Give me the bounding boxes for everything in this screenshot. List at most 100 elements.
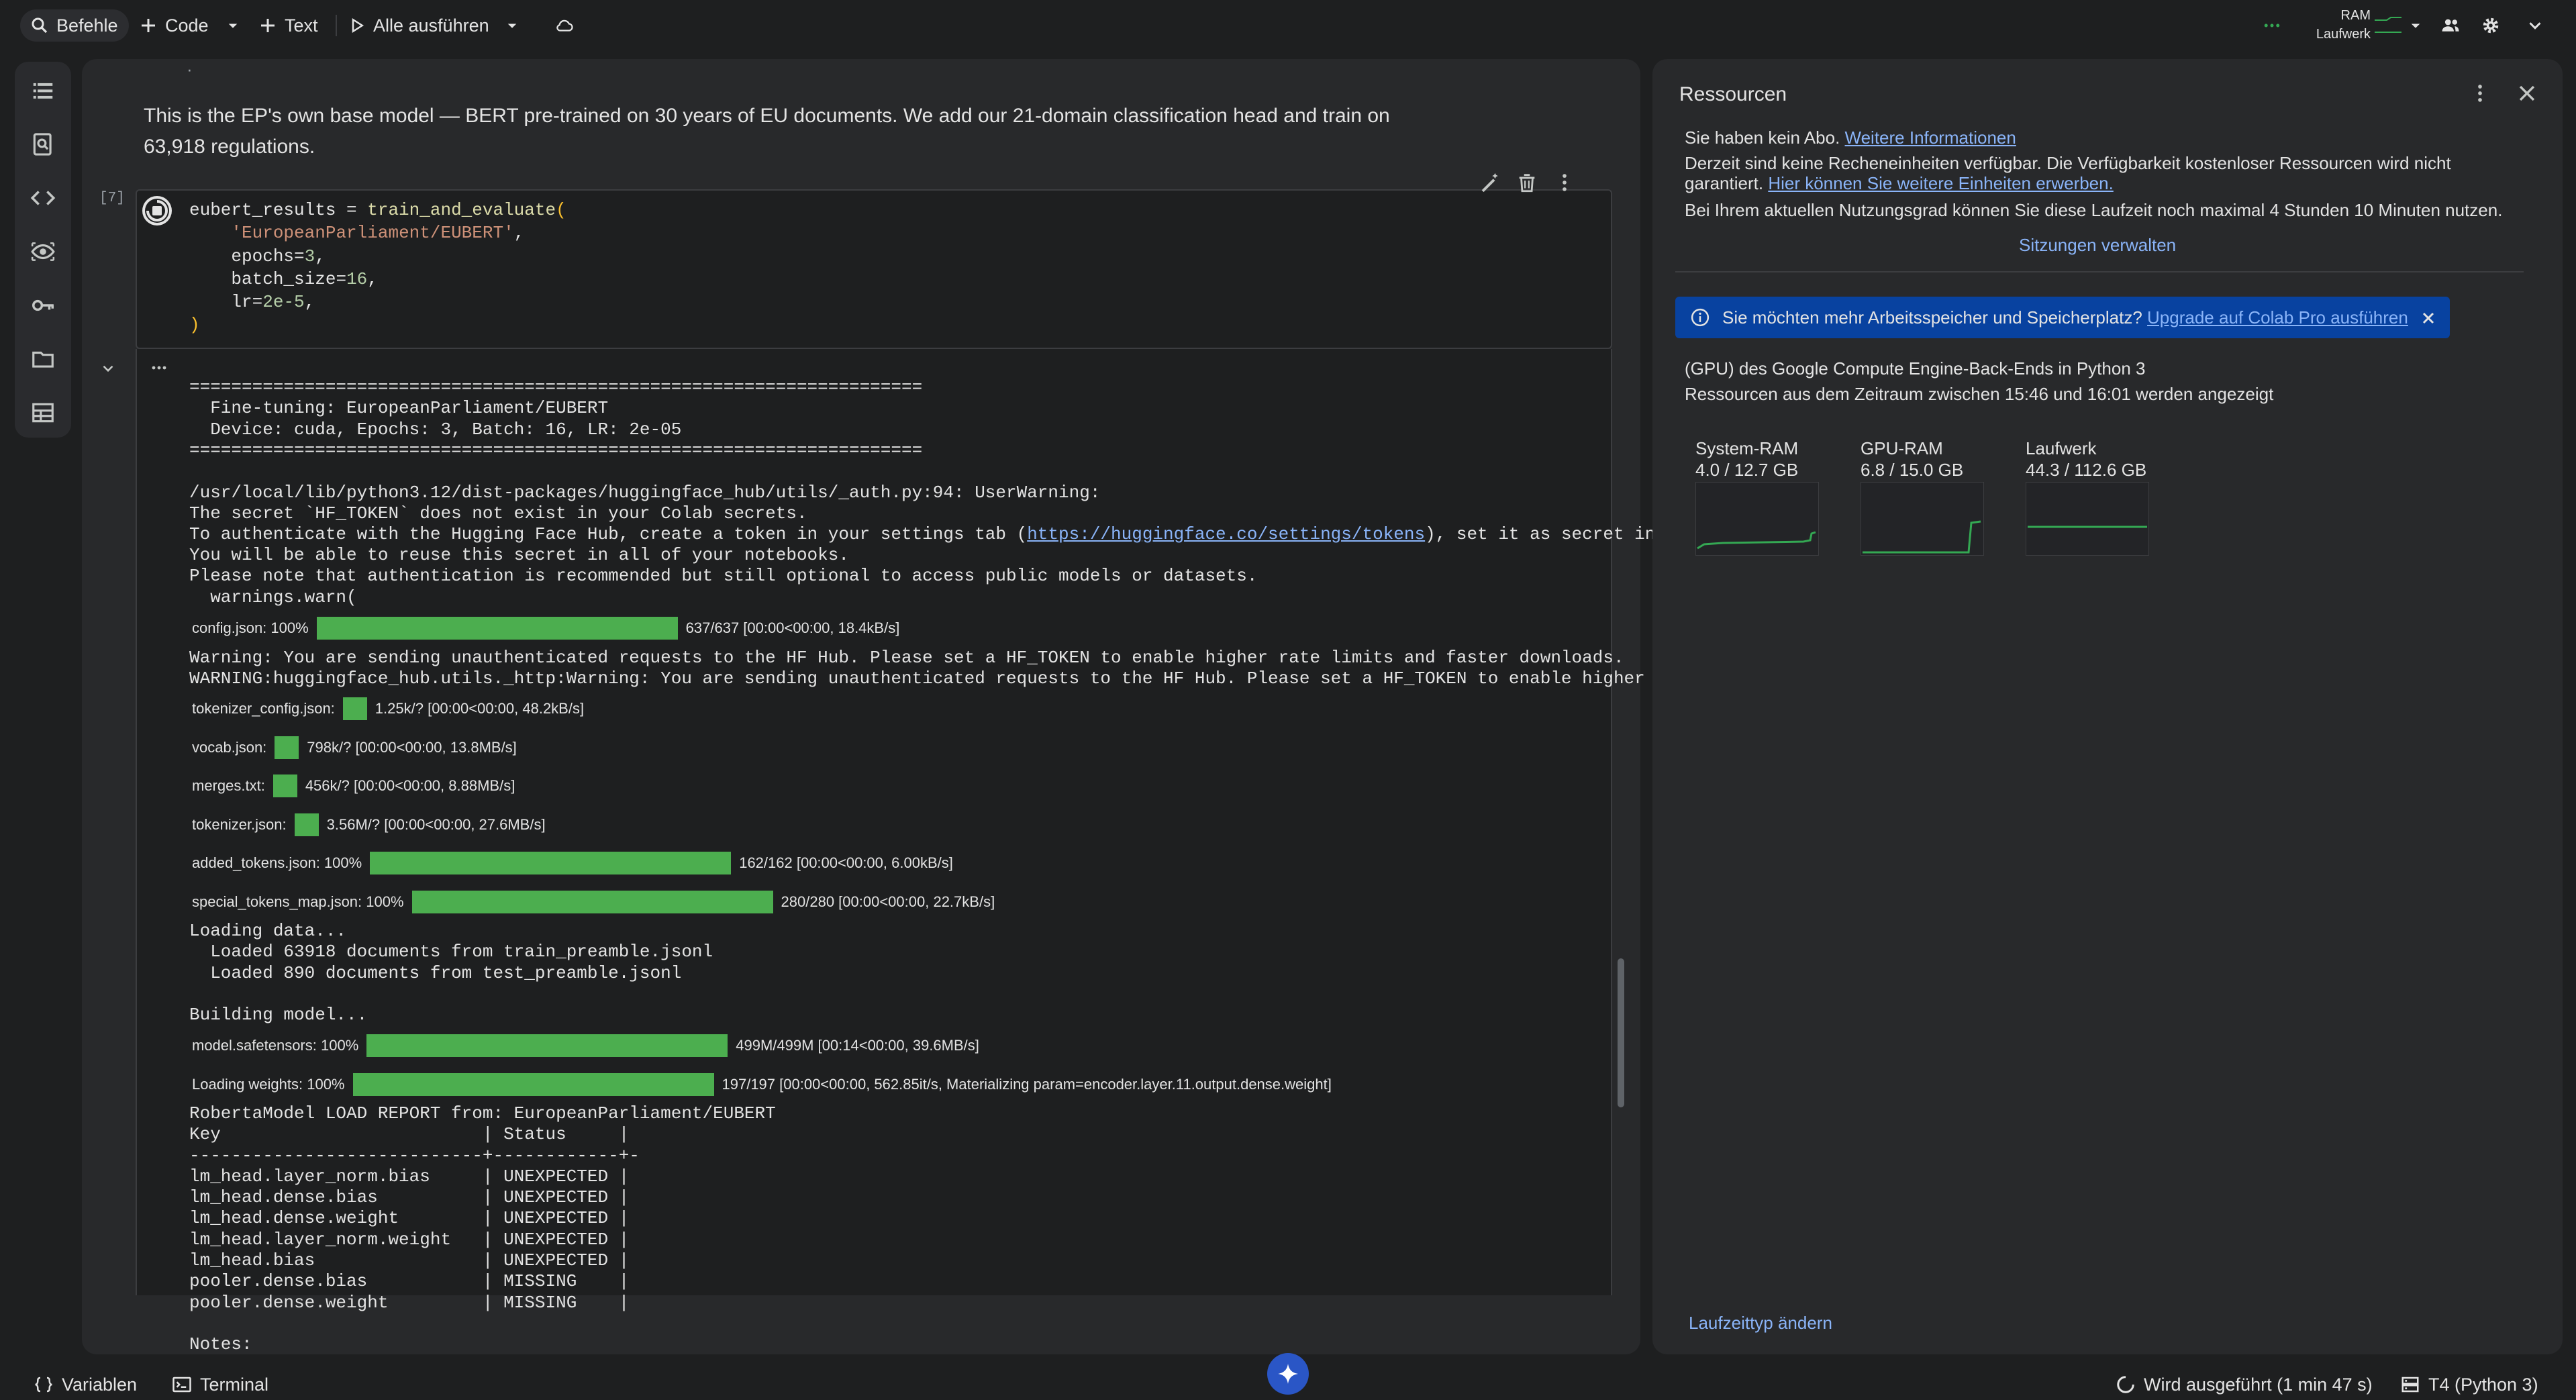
metric-value: 4.0 / 12.7 GB: [1695, 460, 1799, 480]
plus-icon: [261, 19, 275, 32]
share-button[interactable]: [2440, 9, 2461, 42]
running-status-label: Wird ausgeführt (1 min 47 s): [2144, 1374, 2373, 1395]
progress-config-stats: 637/637 [00:00<00:00, 18.4kB/s]: [685, 619, 900, 636]
change-runtime-type-button[interactable]: Laufzeittyp ändern: [1689, 1313, 1832, 1334]
running-cell-icon[interactable]: [141, 195, 173, 227]
output-menu-icon[interactable]: [149, 360, 169, 376]
chevron-down-icon: [2529, 22, 2541, 30]
gemini-button[interactable]: [1267, 1353, 1309, 1395]
add-code-button[interactable]: Code: [138, 9, 209, 42]
metric-label: GPU-RAM: [1861, 438, 1943, 458]
banner-text: Sie möchten mehr Arbeitsspeicher und Spe…: [1722, 307, 2142, 328]
output-load-report: RobertaModel LOAD REPORT from: EuropeanP…: [189, 1103, 776, 1355]
progress-vocab-bar: [275, 736, 299, 759]
more-horizontal-icon: [2264, 23, 2280, 28]
panel-divider: [1675, 271, 2524, 272]
metric-label: System-RAM: [1695, 438, 1799, 458]
progress-config-bar: [316, 617, 678, 640]
status-dots: [2262, 9, 2282, 42]
buy-units-link[interactable]: Hier können Sie weitere Einheiten erwerb…: [1768, 173, 2114, 193]
backend-text: (GPU) des Google Compute Engine-Back-End…: [1685, 358, 2146, 379]
progress-merges: merges.txt: 456k/? [00:00<00:00, 8.88MB/…: [192, 774, 515, 798]
collapse-output-chevron-icon[interactable]: [99, 360, 117, 377]
output-loading-data: Loading data... Loaded 63918 documents f…: [189, 921, 713, 1026]
disk-indicator-label: Laufwerk: [2316, 27, 2371, 42]
terminal-icon: [172, 1377, 191, 1393]
notebook-scrollbar-thumb[interactable]: [1618, 958, 1624, 1107]
code-batch-value: 16: [346, 268, 368, 289]
progress-special-tokens-label: special_tokens_map.json: 100%: [192, 893, 404, 910]
more-info-link[interactable]: Weitere Informationen: [1845, 128, 2016, 148]
add-text-label: Text: [285, 15, 318, 36]
progress-tokenizer-config-label: tokenizer_config.json:: [192, 700, 335, 717]
search-icon: [32, 17, 48, 34]
progress-fill: [275, 736, 299, 759]
no-units-line-2: garantiert. Hier können Sie weitere Einh…: [1685, 173, 2114, 194]
progress-added-tokens: added_tokens.json: 100% 162/162 [00:00<0…: [192, 851, 953, 875]
progress-safetensors-bar: [366, 1034, 728, 1057]
no-units-text: Derzeit sind keine Recheneinheiten verfü…: [1685, 153, 2451, 173]
banner-line: Sie möchten mehr Arbeitsspeicher und Spe…: [1722, 307, 2408, 328]
progress-fill: [370, 852, 732, 874]
progress-fill: [342, 697, 367, 720]
commands-label: Befehle: [56, 15, 118, 36]
progress-tokenizer-bar: [294, 813, 319, 836]
close-icon[interactable]: [2420, 310, 2436, 326]
progress-safetensors-stats: 499M/499M [00:14<00:00, 39.6MB/s]: [736, 1037, 979, 1054]
cloud-save-button[interactable]: [554, 9, 575, 42]
progress-special-tokens-stats: 280/280 [00:00<00:00, 22.7kB/s]: [781, 893, 995, 910]
disk-graph: [2028, 526, 2147, 528]
resource-dropdown-button[interactable]: [2406, 9, 2426, 42]
variables-button[interactable]: Variablen: [34, 1373, 137, 1396]
delete-icon[interactable]: [1516, 171, 1538, 194]
output-warning-path: /usr/local/lib/python3.12/dist-packages/…: [189, 483, 1101, 503]
resource-indicator-button[interactable]: RAM Laufwerk: [2299, 7, 2412, 44]
magic-edit-icon[interactable]: [1478, 171, 1501, 194]
key-icon[interactable]: [30, 293, 56, 318]
system-ram-sparkline: [1695, 482, 1819, 556]
more-vertical-icon[interactable]: [1553, 171, 1576, 194]
find-in-page-icon[interactable]: [30, 132, 56, 157]
progress-config: config.json: 100% 637/637 [00:00<00:00, …: [192, 616, 899, 640]
output-header-block: ========================================…: [189, 377, 923, 460]
disk-sparkline: [2026, 482, 2149, 556]
code-dropdown-button[interactable]: [223, 9, 243, 42]
progress-added-tokens-bar: [370, 852, 732, 874]
table-of-contents-icon[interactable]: [30, 78, 56, 103]
progress-weights-label: Loading weights: 100%: [192, 1076, 345, 1093]
progress-merges-stats: 456k/? [00:00<00:00, 8.88MB/s]: [305, 777, 515, 794]
hf-settings-link[interactable]: https://huggingface.co/settings/tokens: [1027, 524, 1425, 544]
code-epochs-key: epochs=: [231, 246, 305, 266]
output-warning-auth: To authenticate with the Hugging Face Hu…: [189, 524, 1655, 545]
commands-button[interactable]: Befehle: [20, 9, 129, 42]
caret-down-icon: [228, 23, 238, 28]
sparkle-icon: [1278, 1364, 1298, 1384]
settings-button[interactable]: [2481, 9, 2501, 42]
expand-header-button[interactable]: [2525, 9, 2545, 42]
more-vertical-icon[interactable]: [2469, 82, 2491, 105]
running-status[interactable]: Wird ausgeführt (1 min 47 s): [2116, 1373, 2373, 1396]
progress-tokenizer-config: tokenizer_config.json: 1.25k/? [00:00<00…: [192, 697, 584, 721]
progress-special-tokens: special_tokens_map.json: 100% 280/280 [0…: [192, 890, 995, 914]
variable-inspector-icon[interactable]: [30, 239, 56, 264]
markdown-bullet-fragment: ·: [187, 59, 193, 79]
run-all-dropdown-button[interactable]: [502, 9, 522, 42]
data-table-icon[interactable]: [30, 400, 56, 426]
code-editor[interactable]: eubert_results = train_and_evaluate( 'Eu…: [189, 199, 566, 337]
info-icon: [1691, 308, 1710, 327]
add-text-button[interactable]: Text: [258, 9, 318, 42]
manage-sessions-button[interactable]: Sitzungen verwalten: [2019, 235, 2176, 256]
ram-sparkline-icon: [2375, 17, 2401, 33]
terminal-button[interactable]: Terminal: [172, 1373, 268, 1396]
runtime-info-button[interactable]: T4 (Python 3): [2400, 1373, 2538, 1396]
gear-icon: [2483, 17, 2499, 34]
progress-fill: [294, 813, 319, 836]
run-all-button[interactable]: Alle ausführen: [346, 9, 489, 42]
close-icon[interactable]: [2516, 82, 2538, 105]
auth-text-pre: To authenticate with the Hugging Face Hu…: [189, 524, 1028, 544]
upgrade-pro-link[interactable]: Upgrade auf Colab Pro ausführen: [2147, 307, 2408, 328]
folder-icon[interactable]: [30, 346, 56, 372]
code-snippets-icon[interactable]: [30, 185, 56, 211]
cell-toolbar: [1478, 168, 1576, 197]
gpu-ram-sparkline: [1861, 482, 1984, 556]
